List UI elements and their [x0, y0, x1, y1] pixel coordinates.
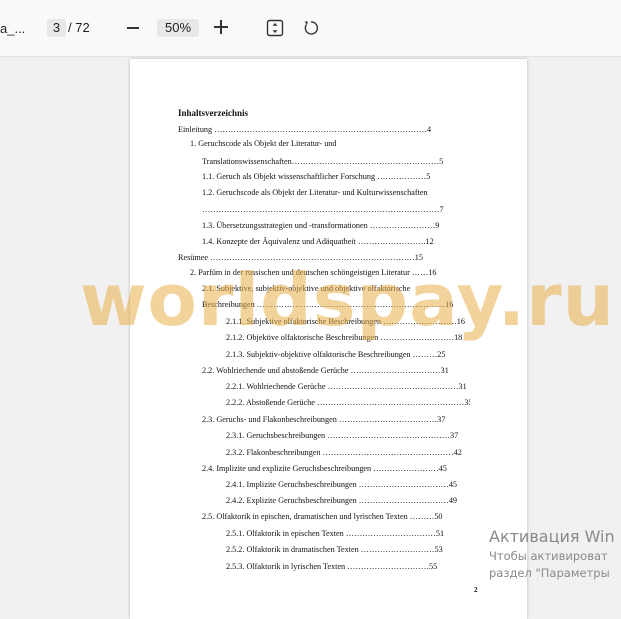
toc-entry: 2.2.2. Abstoßende Gerüche ……………………………………… — [226, 398, 470, 407]
toc-entry: 1.1. Geruch als Objekt wissenschaftliche… — [202, 172, 431, 181]
toc-entry: Translationswissenschaften……………………………………… — [202, 157, 444, 166]
toc-entry: 2.3. Geruchs- und Flakonbeschreibungen …… — [202, 415, 446, 424]
toc-entry: 2.1.3. Subjektiv-objektive olfaktorische… — [226, 350, 446, 359]
toc-entry: 2.3.2. Flakonbeschreibungen ………………………………… — [226, 448, 462, 457]
rotate-icon[interactable] — [302, 19, 320, 37]
document-title[interactable]: a_... — [0, 21, 25, 36]
toc-entry: 2.5.3. Olfaktorik in lyrischen Texten ……… — [226, 562, 438, 571]
page-number: 2 — [474, 586, 478, 594]
page-total: / 72 — [68, 20, 90, 35]
toc-entry: 1. Geruchscode als Objekt der Literatur-… — [190, 139, 337, 148]
activation-title: Активация Win — [489, 527, 615, 546]
toc-entry: 2.2. Wohlriechende und abstoßende Gerüch… — [202, 366, 449, 375]
activation-line-2: раздел "Параметры — [489, 566, 610, 580]
watermark: worldspay.ru — [80, 258, 615, 342]
toc-entry: 2.5.2. Olfaktorik in dramatischen Texten… — [226, 545, 443, 554]
plus-icon[interactable] — [214, 20, 228, 34]
windows-activation-notice: Активация Win Чтобы активироват раздел "… — [489, 527, 621, 580]
toc-entry: 1.2. Geruchscode als Objekt der Literatu… — [202, 188, 428, 197]
pdf-toolbar: a_... 3 / 72 50% — [0, 0, 621, 57]
minus-icon[interactable] — [127, 27, 139, 29]
toc-entry: 2.4. Implizite und explizite Geruchsbesc… — [202, 464, 447, 473]
toc-entry: 2.4.2. Explizite Geruchsbeschreibungen …… — [226, 496, 458, 505]
toc-entry: 2.5.1. Olfaktorik in epischen Texten ………… — [226, 529, 445, 538]
fit-page-icon[interactable] — [266, 19, 284, 37]
activation-line-1: Чтобы активироват — [489, 549, 608, 563]
page-number-input[interactable]: 3 — [47, 19, 66, 37]
toc-entry: 2.2.1. Wohlriechende Gerüche ……………………………… — [226, 382, 467, 391]
toc-entry: 2.3.1. Geruchsbeschreibungen ……………………………… — [226, 431, 459, 440]
toc-title: Inhaltsverzeichnis — [178, 108, 249, 118]
toc-entry: ……………………………………………………………………………7 — [202, 205, 444, 214]
toc-entry: 2.5. Olfaktorik in epischen, dramatische… — [202, 512, 443, 521]
toc-entry: 2.4.1. Implizite Geruchsbeschreibungen …… — [226, 480, 458, 489]
zoom-level-input[interactable]: 50% — [157, 19, 199, 37]
toc-entry: Einleitung ……………………………………………………………………4 — [178, 125, 432, 134]
toc-entry: 1.3. Übersetzungsstrategien und -transfo… — [202, 221, 440, 230]
toc-entry: 1.4. Konzepte der Äquivalenz und Adäquat… — [202, 237, 434, 246]
